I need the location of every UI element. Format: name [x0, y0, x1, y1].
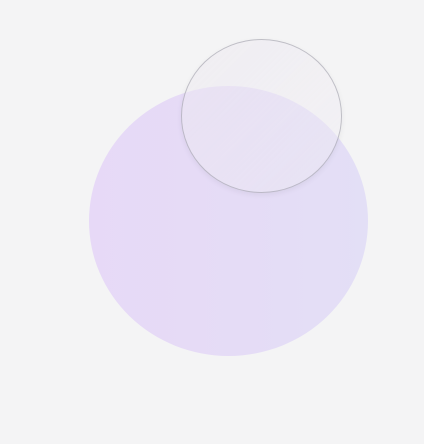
small-glass-circle [181, 39, 342, 193]
canvas [0, 0, 424, 444]
